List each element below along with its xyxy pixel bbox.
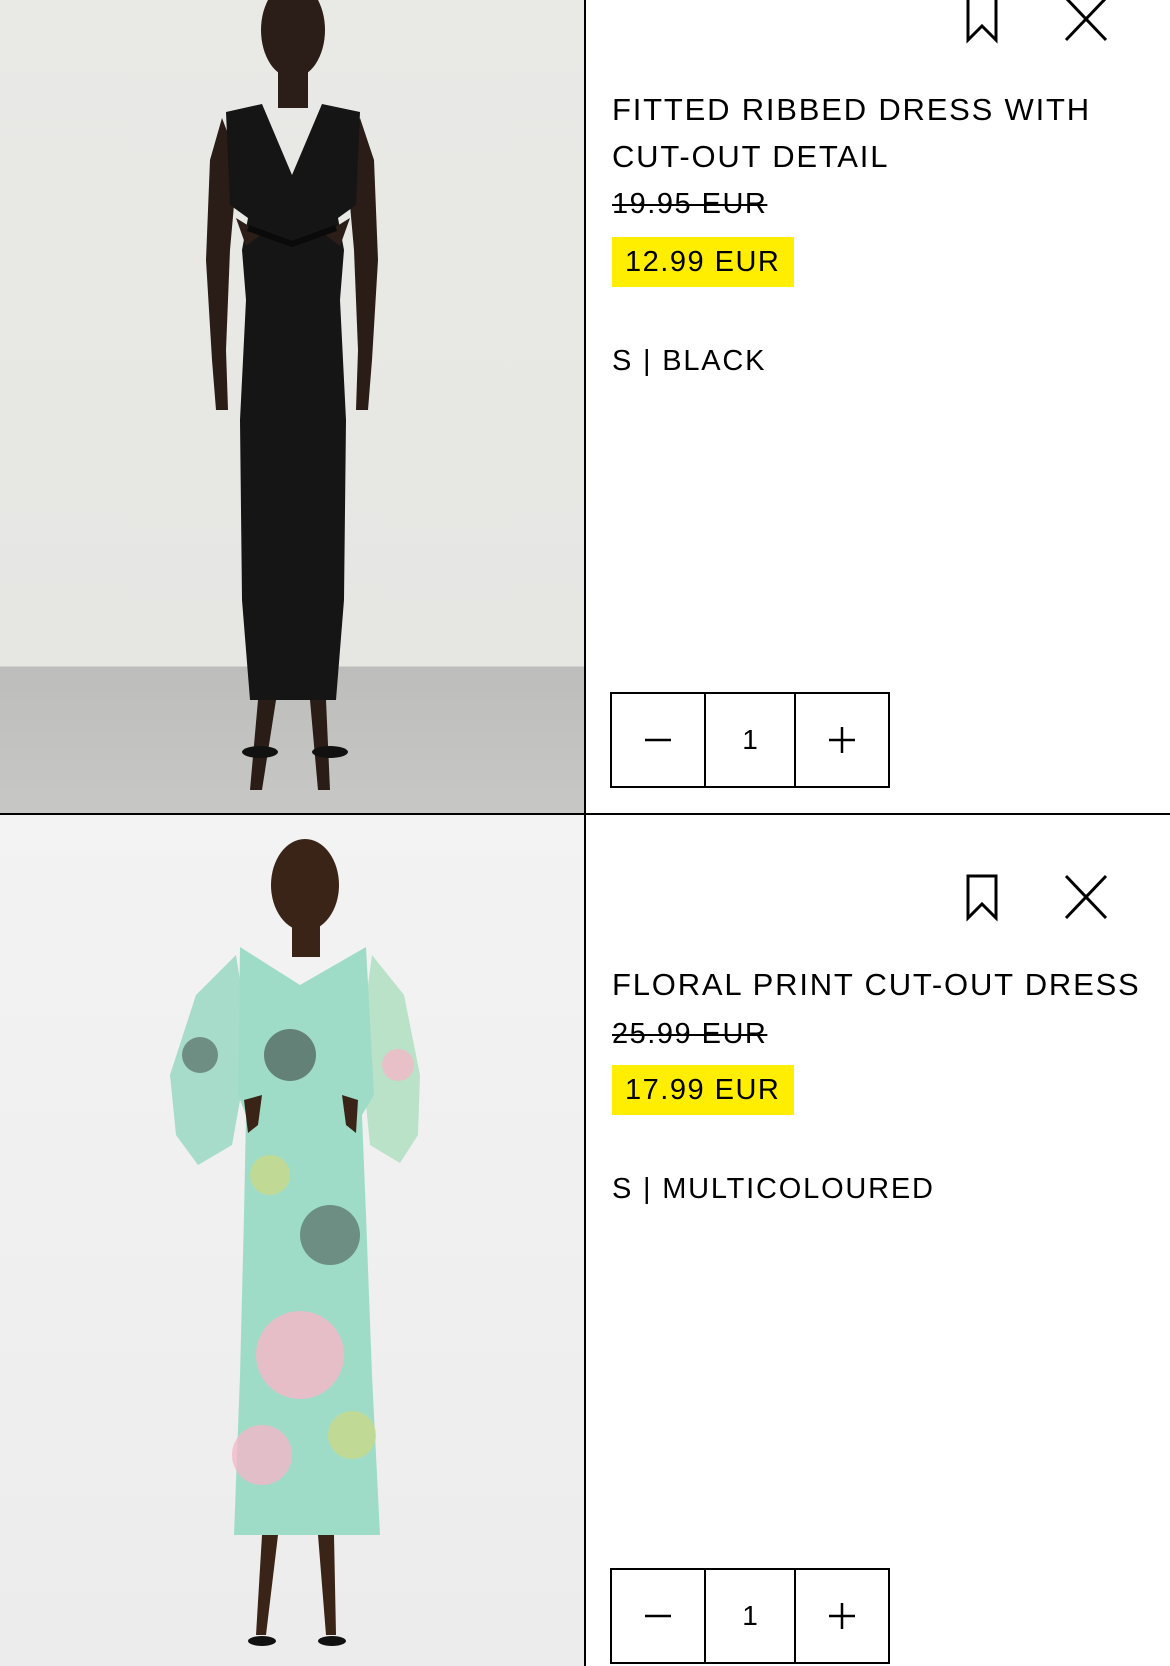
shopping-cart: FITTED RIBBED DRESS WITH CUT-OUT DETAIL … xyxy=(0,0,1170,1666)
item-details: FLORAL PRINT CUT-OUT DRESS 25.99 EUR 17.… xyxy=(586,815,1170,1666)
model-floral-dress-illustration xyxy=(170,839,420,1646)
size-color-variant: S | BLACK xyxy=(612,345,767,377)
bookmark-icon[interactable] xyxy=(958,872,1006,922)
product-title[interactable]: FLORAL PRINT CUT-OUT DRESS xyxy=(612,961,1152,1008)
sale-price: 12.99 EUR xyxy=(612,237,795,287)
original-price: 25.99 EUR xyxy=(612,1018,768,1050)
minus-icon xyxy=(645,1614,671,1618)
item-actions xyxy=(958,0,1110,44)
cart-item: FITTED RIBBED DRESS WITH CUT-OUT DETAIL … xyxy=(0,0,1170,815)
quantity-value: 1 xyxy=(704,694,796,786)
close-icon[interactable] xyxy=(1062,872,1110,922)
quantity-stepper: 1 xyxy=(610,692,890,788)
quantity-stepper: 1 xyxy=(610,1568,890,1664)
product-title[interactable]: FITTED RIBBED DRESS WITH CUT-OUT DETAIL xyxy=(612,86,1152,180)
product-image[interactable] xyxy=(0,815,586,1666)
original-price: 19.95 EUR xyxy=(612,188,768,220)
sale-price: 17.99 EUR xyxy=(612,1065,795,1115)
quantity-value: 1 xyxy=(704,1570,796,1662)
plus-icon xyxy=(829,727,855,753)
close-icon[interactable] xyxy=(1062,0,1110,44)
decrease-button[interactable] xyxy=(612,1570,704,1662)
bookmark-icon[interactable] xyxy=(958,0,1006,44)
increase-button[interactable] xyxy=(796,1570,888,1662)
size-color-variant: S | MULTICOLOURED xyxy=(612,1173,935,1205)
decrease-button[interactable] xyxy=(612,694,704,786)
cart-item: FLORAL PRINT CUT-OUT DRESS 25.99 EUR 17.… xyxy=(0,815,1170,1666)
product-image[interactable] xyxy=(0,0,586,813)
item-details: FITTED RIBBED DRESS WITH CUT-OUT DETAIL … xyxy=(586,0,1170,813)
plus-icon xyxy=(829,1603,855,1629)
increase-button[interactable] xyxy=(796,694,888,786)
item-actions xyxy=(958,872,1110,922)
minus-icon xyxy=(645,738,671,742)
model-black-dress-illustration xyxy=(206,0,378,790)
